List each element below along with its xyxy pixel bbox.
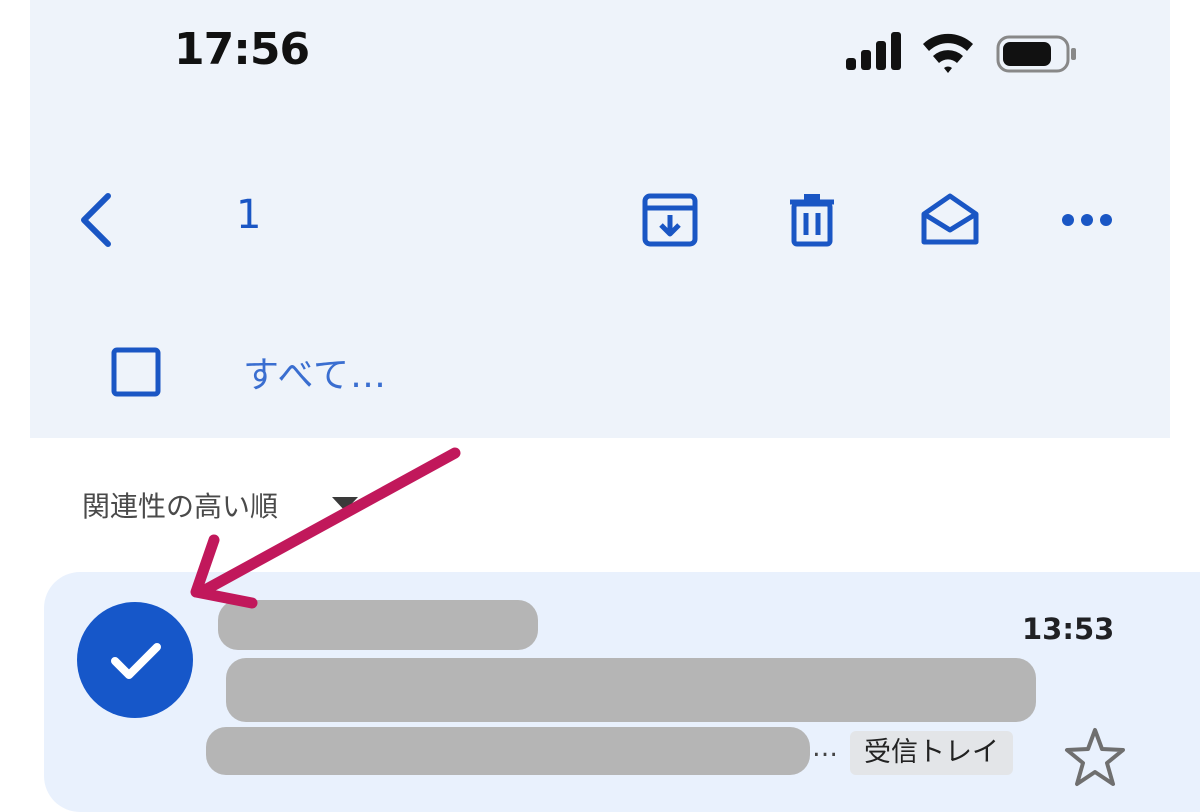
selected-avatar[interactable]	[77, 602, 193, 718]
select-all-label[interactable]: すべて…	[243, 346, 387, 398]
select-all-checkbox[interactable]	[108, 344, 164, 400]
mark-read-icon[interactable]	[918, 190, 982, 250]
redacted-sender	[218, 600, 538, 650]
selected-count: 1	[236, 192, 262, 238]
battery-icon	[996, 35, 1076, 73]
cellular-signal-icon	[846, 32, 901, 70]
wifi-icon	[923, 33, 973, 73]
archive-icon[interactable]	[640, 190, 700, 250]
more-icon[interactable]	[1060, 205, 1114, 235]
inbox-label-chip: 受信トレイ	[850, 731, 1013, 775]
status-icons	[846, 30, 1078, 84]
checkmark-icon	[111, 643, 161, 679]
status-time: 17:56	[174, 24, 310, 75]
dropdown-arrow-icon[interactable]	[330, 494, 360, 514]
mail-time: 13:53	[1022, 612, 1115, 646]
trash-icon[interactable]	[782, 190, 842, 250]
back-arrow-icon[interactable]	[72, 190, 122, 250]
redacted-subject	[226, 658, 1036, 722]
star-icon[interactable]	[1062, 726, 1128, 788]
redacted-snippet	[206, 727, 810, 775]
sort-label[interactable]: 関連性の高い順	[82, 485, 278, 525]
snippet-ellipsis: …	[812, 733, 838, 763]
